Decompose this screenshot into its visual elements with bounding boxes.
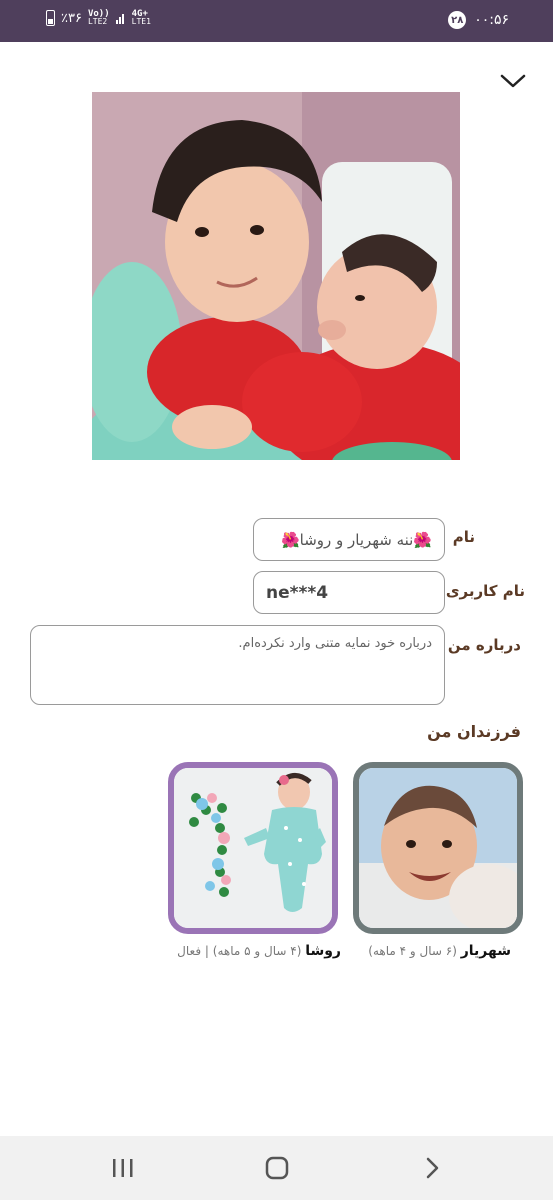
sim2-network-label: LTE2 [87,17,108,26]
child-caption-rosha: روشا (۴ سال و ۵ ماهه) | فعال [177,943,341,959]
profile-photo [92,92,460,460]
back-icon[interactable] [418,1154,448,1182]
signal-bars-icon [115,14,124,24]
sim1-signal: 4G+ LTE1 [132,10,151,26]
username-field[interactable]: ne***4 [253,571,445,614]
child-age-rosha: (۴ سال و ۵ ماهه) [212,944,302,958]
name-field[interactable]: 🌺ننه شهریار و روشا🌺 [253,518,445,561]
child-name-shahriar: شهریار [460,943,511,959]
username-value: ne***4 [266,582,329,603]
child-card-shahriar[interactable] [353,762,523,934]
child-photo-shahriar [359,768,517,928]
child-name-rosha: روشا [305,943,341,959]
battery-icon [46,10,55,26]
about-placeholder: درباره خود نمایه متنی وارد نکرده‌ام. [238,636,432,651]
status-left-group: ٪۳۶ Vo)) LTE2 4G+ LTE1 [46,10,151,26]
chevron-down-icon[interactable] [499,70,527,92]
child-card-rosha[interactable] [168,762,338,934]
about-label: درباره من [447,636,521,654]
child-age-shahriar: (۶ سال و ۴ ماهه) [368,944,457,958]
battery-percent: ٪۳۶ [61,10,82,26]
status-right-group: ۲۸ ۰۰:۵۶ [448,11,509,29]
home-icon[interactable] [262,1154,292,1182]
sim2-signal: Vo)) LTE2 [88,10,110,26]
notification-badge: ۲۸ [448,11,467,29]
name-value: 🌺ننه شهریار و روشا🌺 [280,530,432,549]
child-status-rosha: | فعال [177,944,209,958]
recents-icon[interactable] [108,1154,138,1182]
system-nav-bar [0,1136,553,1200]
status-time: ۰۰:۵۶ [474,12,509,28]
username-label: نام کاربری [445,582,525,600]
status-bar: ٪۳۶ Vo)) LTE2 4G+ LTE1 ۲۸ ۰۰:۵۶ [0,0,553,42]
name-label: نام [452,528,475,546]
about-field[interactable]: درباره خود نمایه متنی وارد نکرده‌ام. [30,625,445,705]
child-caption-shahriar: شهریار (۶ سال و ۴ ماهه) [368,943,511,959]
children-section-title: فرزندان من [427,722,521,741]
child-photo-rosha [174,768,332,928]
sim1-network-label: LTE1 [131,17,151,26]
